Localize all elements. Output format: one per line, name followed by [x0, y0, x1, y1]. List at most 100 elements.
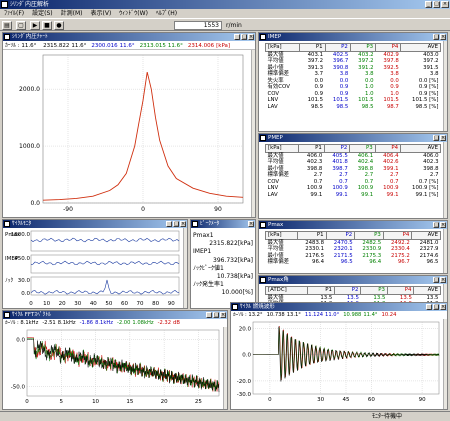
menu-item-1[interactable]: 設定(S) — [28, 9, 57, 18]
fft-xtick: 15 — [126, 399, 133, 405]
stats-max-button[interactable]: □ — [433, 277, 439, 283]
stats-window-1[interactable]: PMEP × □ [kPa] P1 P2 P3 P4 AVE 最大値 406.0 405.5 406.1… — [258, 133, 448, 219]
peak-line-4: ﾉｯｸﾋﾟｰｸ値1 — [193, 264, 224, 272]
stats-titlebar-0[interactable]: IMEP × □ — [259, 33, 447, 41]
close-button[interactable]: × — [441, 1, 449, 8]
stats-cell: 2470.5 — [333, 239, 353, 246]
wave-xtick: 0 — [268, 397, 272, 403]
stats-window-2[interactable]: Pmax × □ [kPa] P1 P2 P3 P4 AVE 最大値 2483.8 2470.5 248… — [258, 220, 448, 274]
pressure-max-button[interactable]: □ — [241, 34, 247, 40]
wave-reading-2: 10.988 11.4° — [343, 312, 377, 318]
cycle-plot-2 — [30, 276, 180, 296]
wave-readout: ｶｰｿﾙ : 13.2° 10.738 13.1° 11.124 11.0° 10.988… — [231, 312, 447, 319]
cycle-min-button[interactable]: _ — [166, 221, 172, 227]
menu-item-3[interactable]: 表示(V) — [87, 9, 116, 18]
wave-reading-value: 11.124 — [304, 312, 324, 318]
stats-cell: 99.1 [%] — [415, 191, 439, 198]
peak-meter-titlebar[interactable]: ﾋﾟｰｸﾒｰﾀ × — [191, 220, 255, 228]
stop-icon[interactable]: ■ — [42, 21, 52, 30]
stats-cell: 2481.0 — [419, 239, 439, 246]
stats-cell: 13.5 — [320, 294, 333, 301]
wave-window[interactable]: ｻｲｸﾙ 燃焼波形 _ □ × ｶｰｿﾙ : 13.2° 10.738 13.1° 11.… — [230, 302, 448, 410]
cycle-xtick: 50 — [105, 301, 112, 307]
stats-max-button[interactable]: □ — [433, 34, 439, 40]
pressure-reading-1: 2300.016 11.6° — [91, 43, 134, 49]
stats-max-button[interactable]: □ — [433, 135, 439, 141]
wave-close-button[interactable]: × — [440, 304, 446, 310]
pressure-chart-titlebar[interactable]: ｼﾘﾝﾀﾞ内圧ﾁｬｰﾄ _ □ × — [3, 33, 255, 41]
pressure-reading-unit: 11.6° — [119, 43, 135, 49]
stats-close-button[interactable]: × — [440, 277, 446, 283]
stats-row: 最大値 2483.8 2470.5 2482.5 2492.2 2481.0 — [266, 239, 441, 246]
stats-cell: 403.2 — [358, 51, 374, 58]
stats-close-button[interactable]: × — [440, 34, 446, 40]
maximize-button[interactable]: □ — [433, 1, 440, 8]
record-icon[interactable]: ● — [54, 21, 64, 30]
cycle-monitor-titlebar[interactable]: ｻｲｸﾙﾓﾆﾀ _ □ × — [3, 220, 187, 228]
stats-cell: 402.9 — [383, 51, 399, 58]
wave-xtick: 90 — [419, 397, 426, 403]
play-icon[interactable]: ▶ — [30, 21, 40, 30]
wave-reading-0: 10.738 13.1° — [267, 312, 301, 318]
cycle-max-button[interactable]: □ — [173, 221, 179, 227]
stats-cell: 98.5 — [361, 103, 374, 110]
stats-max-button[interactable]: □ — [433, 222, 439, 228]
stats-cell: 2483.8 — [305, 239, 325, 246]
fft-chart[interactable]: 0.0 -50.0 0 5 10 15 20 25 — [3, 328, 223, 406]
stats-close-button[interactable]: × — [440, 222, 446, 228]
fft-max-button[interactable]: □ — [213, 312, 219, 318]
wave-ytick: -30.0 — [237, 392, 252, 398]
cycle-close-button[interactable]: × — [180, 221, 186, 227]
stats-window-0[interactable]: IMEP × □ [kPa] P1 P2 P3 P4 AVE 最大値 403.1 402.5 403.2… — [258, 32, 448, 132]
fft-close-button[interactable]: × — [220, 312, 226, 318]
pressure-xtick: -90 — [63, 206, 73, 213]
menu-item-0[interactable]: ﾌｧｲﾙ(F) — [0, 9, 28, 18]
fft-window[interactable]: ｻｲｸﾙ FFTｽﾍﾟｸﾄﾙ _ □ × ｶｰｿﾙ : 8.1kHz -2.51 8.1… — [2, 310, 228, 410]
wave-xtick: 30 — [317, 397, 324, 403]
peak-close-button[interactable]: × — [248, 221, 254, 227]
pressure-reading-value: 2313.015 — [139, 43, 166, 49]
cycle-ytick-bottom: 0.0 — [21, 291, 30, 297]
wave-min-button[interactable]: _ — [426, 304, 432, 310]
stats-header-cell: P4 — [374, 144, 402, 153]
cycle-monitor-chart[interactable]: Pmax1800.0IMEP450.0ﾉｯｸ 30.00.00 10 20 30 40 50… — [3, 229, 183, 309]
stats-titlebar-1[interactable]: PMEP × □ — [259, 134, 447, 142]
stats-titlebar-2[interactable]: Pmax × □ — [259, 221, 447, 229]
pressure-reading-value: 2315.822 — [43, 43, 70, 49]
menu-item-2[interactable]: 計測(M) — [57, 9, 87, 18]
pressure-chart-window[interactable]: ｼﾘﾝﾀﾞ内圧ﾁｬｰﾄ _ □ × ｶｰｿﾙ : 11.6° 2315.822 11.… — [2, 32, 256, 218]
fft-xtick: 10 — [92, 399, 99, 405]
peak-meter-title: ﾋﾟｰｸﾒｰﾀ — [200, 221, 220, 227]
cycle-xtick: 20 — [59, 301, 66, 307]
stats-header-cell: [kPa] — [264, 43, 301, 52]
menu-item-5[interactable]: ﾍﾙﾌﾟ(H) — [152, 9, 181, 18]
status-bar: ﾓﾆﾀｰ待機中 — [0, 411, 450, 421]
wave-chart[interactable]: 20.0 0.0 -20.0 -30.0 0 30 45 60 90 — [231, 320, 443, 406]
rpm-input[interactable]: 1553 — [174, 21, 222, 30]
stats-titlebar-3[interactable]: Pmax角 × □ — [259, 276, 447, 284]
wave-titlebar[interactable]: ｻｲｸﾙ 燃焼波形 _ □ × — [231, 303, 447, 311]
menu-bar: ﾌｧｲﾙ(F) 設定(S) 計測(M) 表示(V) ｳｨﾝﾄﾞｳ(W) ﾍﾙﾌﾟ(H) — [0, 9, 450, 18]
stats-close-button[interactable]: × — [440, 135, 446, 141]
stats-cell: 403.1 — [307, 51, 324, 58]
save-icon[interactable]: ▤ — [2, 21, 12, 30]
stats-row: 標準偏差 96.4 96.5 96.4 96.7 96.5 — [266, 259, 441, 266]
wave-ytick: 0.0 — [242, 353, 251, 359]
open-icon[interactable]: ▢ — [16, 21, 26, 30]
cycle-xtick: 70 — [137, 301, 144, 307]
menu-item-4[interactable]: ｳｨﾝﾄﾞｳ(W) — [115, 9, 152, 18]
wave-max-button[interactable]: □ — [433, 304, 439, 310]
cycle-monitor-window[interactable]: ｻｲｸﾙﾓﾆﾀ _ □ × Pmax 1800.0 IMEP 450.0 ﾉｯｸ 30.0 0.… — [2, 219, 188, 309]
pressure-min-button[interactable]: _ — [234, 34, 240, 40]
cycle-plot-1 — [30, 254, 180, 274]
stats-cell: 402.5 — [332, 51, 349, 58]
toolbar: ▤ ▢ ▶ ■ ● 1553 r/min — [0, 18, 450, 31]
peak-meter-window[interactable]: ﾋﾟｰｸﾒｰﾀ × Pmax1 2315.822[kPa] IMEP1 396.732… — [190, 219, 256, 309]
stats-cell: 96.5 — [340, 259, 353, 265]
minimize-button[interactable]: _ — [425, 1, 432, 8]
fft-min-button[interactable]: _ — [206, 312, 212, 318]
fft-titlebar[interactable]: ｻｲｸﾙ FFTｽﾍﾟｸﾄﾙ _ □ × — [3, 311, 227, 319]
pressure-chart[interactable]: 2000.0 1000.0 0.0 -90 0 90 — [3, 51, 251, 215]
pressure-close-button[interactable]: × — [248, 34, 254, 40]
stats-cell: 最大値 — [267, 294, 284, 301]
